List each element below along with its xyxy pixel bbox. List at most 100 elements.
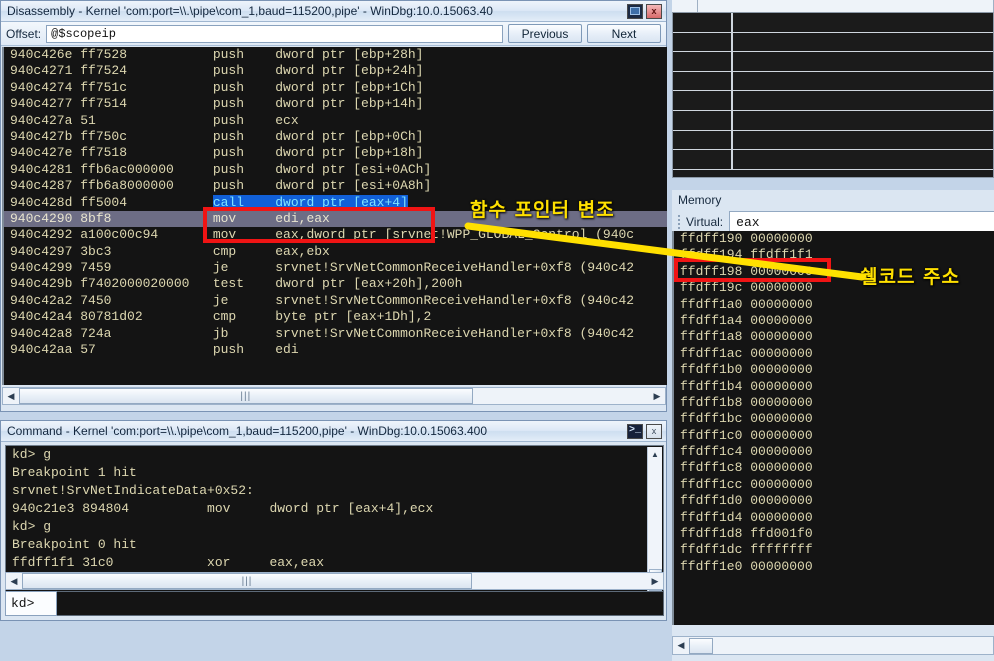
grid-cell-name[interactable] <box>673 71 733 91</box>
close-icon[interactable]: x <box>646 423 662 439</box>
command-hscrollbar[interactable]: ◀ ||| ▶ <box>5 572 664 590</box>
command-output-line: kd> g <box>12 519 52 534</box>
disassembly-line[interactable]: 940c427e ff7518 push dword ptr [ebp+18h] <box>4 145 667 161</box>
memory-address-input[interactable]: eax <box>729 211 994 233</box>
disassembly-hscrollbar[interactable]: ◀ ||| ▶ <box>2 387 666 405</box>
disassembly-toolbar: Offset: @$scopeip Previous Next <box>1 22 666 46</box>
grid-row[interactable] <box>673 110 993 131</box>
grid-cell-value[interactable] <box>733 150 993 169</box>
grid-cell-value[interactable] <box>733 52 993 71</box>
grid-cell-name[interactable] <box>673 150 733 169</box>
memory-row[interactable]: ffdff1b4 00000000 <box>674 379 994 395</box>
command-prompt-row: kd> <box>5 591 664 616</box>
callout-box-memory-row <box>674 258 831 282</box>
scroll-right-icon[interactable]: ▶ <box>647 573 663 589</box>
restore-icon[interactable] <box>627 3 643 19</box>
memory-row[interactable]: ffdff1a0 00000000 <box>674 297 994 313</box>
grid-row[interactable] <box>673 13 993 33</box>
scroll-left-icon[interactable]: ◀ <box>3 388 19 404</box>
grid-body[interactable] <box>672 12 994 178</box>
memory-row[interactable]: ffdff1ac 00000000 <box>674 346 994 362</box>
command-window: Command - Kernel 'com:port=\\.\pipe\com_… <box>0 420 667 621</box>
disassembly-line[interactable]: 940c42a8 724a jb srvnet!SrvNetCommonRece… <box>4 326 667 342</box>
hscroll-thumb[interactable]: ||| <box>19 388 473 404</box>
command-output-line: srvnet!SrvNetIndicateData+0x52: <box>12 483 254 498</box>
grid-cell-value[interactable] <box>733 111 993 130</box>
memory-row[interactable]: ffdff1c8 00000000 <box>674 460 994 476</box>
disassembly-line[interactable]: 940c427b ff750c push dword ptr [ebp+0Ch] <box>4 129 667 145</box>
disassembly-line[interactable]: 940c426e ff7528 push dword ptr [ebp+28h] <box>4 47 667 63</box>
disassembly-titlebar[interactable]: Disassembly - Kernel 'com:port=\\.\pipe\… <box>1 1 666 22</box>
memory-row[interactable]: ffdff1b8 00000000 <box>674 395 994 411</box>
hscroll-thumb[interactable]: ||| <box>22 573 472 589</box>
memory-row[interactable]: ffdff1b0 00000000 <box>674 362 994 378</box>
grid-cell-value[interactable] <box>733 13 993 32</box>
hscroll-track[interactable]: ||| <box>19 388 649 404</box>
grid-cell-name[interactable] <box>673 52 733 71</box>
memory-row[interactable]: ffdff1cc 00000000 <box>674 477 994 493</box>
memory-row[interactable]: ffdff1d4 00000000 <box>674 510 994 526</box>
memory-row[interactable]: ffdff1d0 00000000 <box>674 493 994 509</box>
memory-hscrollbar[interactable]: ◀ <box>672 636 994 655</box>
command-input[interactable] <box>57 591 664 616</box>
disassembly-address: 940c428d ff5004 <box>10 194 213 210</box>
grid-row[interactable] <box>673 130 993 151</box>
disassembly-line[interactable]: 940c4274 ff751c push dword ptr [ebp+1Ch] <box>4 80 667 96</box>
grid-row[interactable] <box>673 150 993 170</box>
grid-cell-name[interactable] <box>673 13 733 32</box>
disassembly-line[interactable]: 940c427a 51 push ecx <box>4 113 667 129</box>
disassembly-line[interactable]: 940c429b f7402000020000 test dword ptr [… <box>4 276 667 292</box>
hscroll-thumb[interactable] <box>689 637 713 654</box>
disassembly-line[interactable]: 940c42aa 57 push edi <box>4 342 667 358</box>
grid-cell-value[interactable] <box>733 91 993 110</box>
scroll-right-icon[interactable]: ▶ <box>649 388 665 404</box>
memory-row[interactable]: ffdff1c4 00000000 <box>674 444 994 460</box>
next-button[interactable]: Next <box>587 24 661 43</box>
hscroll-track[interactable]: ||| <box>22 573 647 589</box>
grid-row[interactable] <box>673 32 993 53</box>
scroll-up-icon[interactable]: ▲ <box>648 447 663 461</box>
disassembly-line[interactable]: 940c4271 ff7524 push dword ptr [ebp+24h] <box>4 63 667 79</box>
command-title: Command - Kernel 'com:port=\\.\pipe\com_… <box>7 424 487 438</box>
disassembly-line[interactable]: 940c4299 7459 je srvnet!SrvNetCommonRece… <box>4 260 667 276</box>
memory-row[interactable]: ffdff190 00000000 <box>674 231 994 247</box>
memory-row[interactable]: ffdff1a4 00000000 <box>674 313 994 329</box>
disassembly-line[interactable]: 940c4287 ffb6a8000000 push dword ptr [es… <box>4 178 667 194</box>
command-output-line: Breakpoint 1 hit <box>12 465 137 480</box>
command-titlebar[interactable]: Command - Kernel 'com:port=\\.\pipe\com_… <box>1 421 666 442</box>
prompt-label: kd> <box>5 591 57 616</box>
console-icon[interactable]: >_ <box>627 423 643 439</box>
grid-cell-value[interactable] <box>733 72 993 91</box>
grid-cell-name[interactable] <box>673 130 733 150</box>
annotation-function-pointer: 함수 포인터 변조 <box>470 199 615 221</box>
command-output[interactable]: kd> g Breakpoint 1 hit srvnet!SrvNetIndica… <box>5 445 664 593</box>
disassembly-line[interactable]: 940c4281 ffb6ac000000 push dword ptr [es… <box>4 162 667 178</box>
memory-row[interactable]: ffdff1a8 00000000 <box>674 329 994 345</box>
grid-row[interactable] <box>673 71 993 92</box>
grid-cell-name[interactable] <box>673 91 733 110</box>
memory-row[interactable]: ffdff1d8 ffd001f0 <box>674 526 994 542</box>
memory-row[interactable]: ffdff1e0 00000000 <box>674 559 994 575</box>
grid-cell-value[interactable] <box>733 33 993 52</box>
memory-row[interactable]: ffdff1bc 00000000 <box>674 411 994 427</box>
scroll-left-icon[interactable]: ◀ <box>673 638 689 654</box>
grid-cell-name[interactable] <box>673 110 733 130</box>
drag-handle-icon[interactable] <box>676 214 684 230</box>
previous-button[interactable]: Previous <box>508 24 582 43</box>
disassembly-line[interactable]: 940c42a4 80781d02 cmp byte ptr [eax+1Dh]… <box>4 309 667 325</box>
command-vscrollbar[interactable]: ▲ <box>647 447 662 591</box>
grid-row[interactable] <box>673 91 993 111</box>
grid-cell-name[interactable] <box>673 32 733 52</box>
memory-row[interactable]: ffdff1dc ffffffff <box>674 542 994 558</box>
disassembly-line[interactable]: 940c4277 ff7514 push dword ptr [ebp+14h] <box>4 96 667 112</box>
offset-input[interactable]: @$scopeip <box>46 24 503 43</box>
grid-cell-value[interactable] <box>733 131 993 150</box>
disassembly-line[interactable]: 940c4297 3bc3 cmp eax,ebx <box>4 244 667 260</box>
memory-title: Memory <box>678 193 722 207</box>
scroll-left-icon[interactable]: ◀ <box>6 573 22 589</box>
memory-dump-area[interactable]: ffdff190 00000000 ffdff194 ffdff1f1 ffdff1… <box>672 231 994 625</box>
close-icon[interactable]: x <box>646 3 662 19</box>
grid-row[interactable] <box>673 52 993 72</box>
disassembly-line[interactable]: 940c42a2 7450 je srvnet!SrvNetCommonRece… <box>4 293 667 309</box>
memory-row[interactable]: ffdff1c0 00000000 <box>674 428 994 444</box>
